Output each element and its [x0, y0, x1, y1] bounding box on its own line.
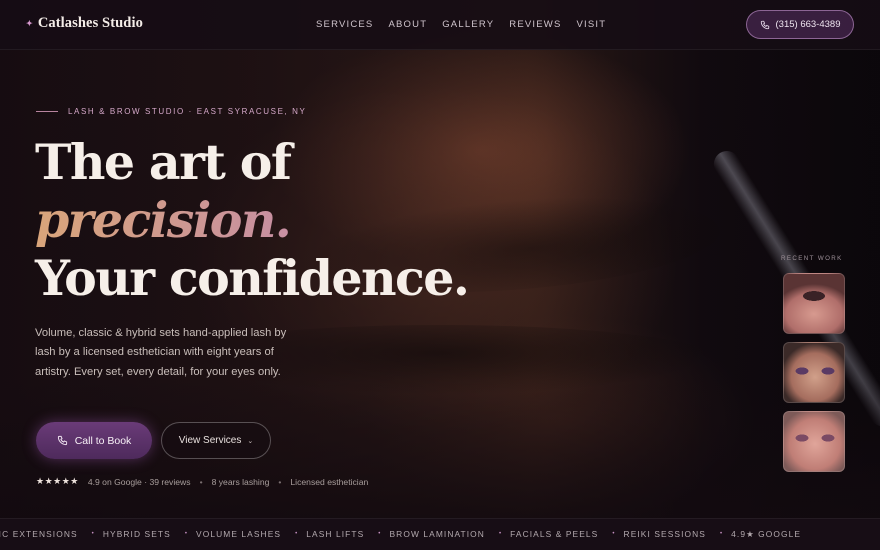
marquee-item: • REIKI SESSIONS — [598, 529, 706, 539]
nav-links: SERVICES ABOUT GALLERY REVIEWS VISIT — [316, 19, 606, 30]
sparkle-icon: ✦ — [26, 19, 33, 28]
marquee-item: • LASH LIFTS — [281, 529, 364, 539]
google-rating: 4.9 on Google · 39 reviews — [87, 476, 191, 487]
marquee-item-label: 4.9★ GOOGLE — [731, 529, 802, 539]
headline-line-1: The art of — [35, 133, 292, 191]
recent-work-thumb-3[interactable] — [783, 411, 845, 472]
eyebrow-rule — [36, 111, 58, 112]
marquee-item: • 4.9★ GOOGLE — [706, 529, 801, 539]
services-marquee: •SIC EXTENSIONS•HYBRID SETS•VOLUME LASHE… — [0, 518, 880, 550]
nav-link-about[interactable]: ABOUT — [388, 19, 427, 30]
phone-icon — [57, 435, 67, 446]
hero-eyebrow: LASH & BROW STUDIO · EAST SYRACUSE, NY — [36, 107, 306, 116]
brand-logo[interactable]: ✦ Catlashes Studio — [26, 15, 143, 32]
recent-work-thumb-2[interactable] — [783, 342, 845, 403]
nav-link-gallery[interactable]: GALLERY — [442, 19, 494, 30]
marquee-item-label: FACIALS & PEELS — [510, 529, 599, 539]
years-experience: 8 years lashing — [211, 476, 270, 487]
phone-icon — [760, 20, 769, 29]
marquee-item: • BROW LAMINATION — [364, 529, 485, 539]
top-nav: ✦ Catlashes Studio SERVICES ABOUT GALLER… — [0, 0, 880, 50]
proof-separator: • — [278, 476, 282, 487]
license-note: Licensed esthetician — [290, 476, 369, 487]
marquee-item: • VOLUME LASHES — [171, 529, 281, 539]
headline-accent: precision. — [35, 191, 468, 249]
eyebrow-text: LASH & BROW STUDIO · EAST SYRACUSE, NY — [68, 107, 307, 116]
call-to-book-label: Call to Book — [74, 434, 132, 447]
marquee-item: • FACIALS & PEELS — [485, 529, 598, 539]
phone-number: (315) 663-4389 — [775, 19, 841, 30]
marquee-separator: • — [295, 531, 299, 537]
brand-name: Catlashes Studio — [37, 15, 143, 31]
nav-link-reviews[interactable]: REVIEWS — [509, 19, 561, 30]
marquee-separator: • — [719, 531, 724, 537]
chevron-down-icon: ⌄ — [247, 437, 254, 445]
nav-link-visit[interactable]: VISIT — [577, 19, 607, 30]
marquee-item-label: BROW LAMINATION — [389, 529, 485, 539]
marquee-item-label: LASH LIFTS — [306, 529, 365, 539]
proof-separator: • — [199, 476, 203, 487]
marquee-separator: • — [612, 531, 616, 537]
marquee-item-label: SIC EXTENSIONS — [0, 529, 78, 539]
marquee-item-label: VOLUME LASHES — [196, 529, 282, 539]
phone-button[interactable]: (315) 663-4389 — [746, 10, 854, 39]
marquee-item-label: HYBRID SETS — [102, 529, 171, 539]
social-proof: ★★★★★ 4.9 on Google · 39 reviews • 8 yea… — [36, 476, 368, 487]
call-to-book-button[interactable]: Call to Book — [36, 422, 152, 459]
marquee-separator: • — [184, 531, 189, 537]
hero-lead: Volume, classic & hybrid sets hand-appli… — [35, 327, 287, 378]
view-services-label: View Services — [178, 435, 242, 446]
hero-headline: The art of precision. Your confidence. — [35, 133, 470, 307]
marquee-separator: • — [91, 531, 95, 537]
star-rating-icon: ★★★★★ — [36, 476, 79, 486]
recent-work-label: RECENT WORK — [781, 255, 843, 262]
marquee-item: • HYBRID SETS — [78, 529, 171, 539]
marquee-item: •SIC EXTENSIONS — [0, 529, 78, 539]
marquee-item-label: REIKI SESSIONS — [623, 529, 706, 539]
view-services-button[interactable]: View Services ⌄ — [161, 422, 271, 459]
headline-line-3: Your confidence. — [35, 249, 470, 307]
recent-work-thumb-1[interactable] — [783, 273, 845, 334]
marquee-separator: • — [378, 531, 382, 537]
nav-link-services[interactable]: SERVICES — [316, 19, 373, 30]
marquee-track: •SIC EXTENSIONS•HYBRID SETS•VOLUME LASHE… — [0, 529, 801, 539]
marquee-separator: • — [498, 531, 503, 537]
